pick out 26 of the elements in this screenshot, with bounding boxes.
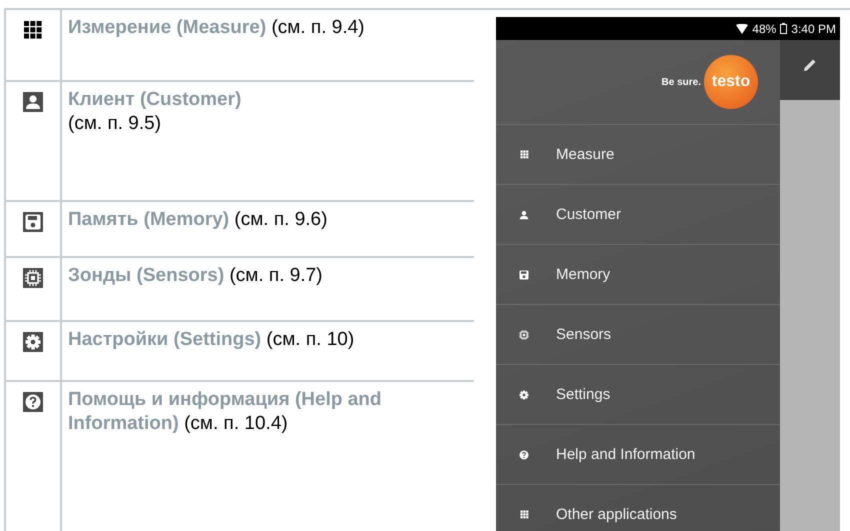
chip-icon bbox=[23, 268, 43, 288]
battery-percent: 48% bbox=[752, 22, 776, 36]
chip-icon bbox=[518, 328, 530, 340]
battery-icon bbox=[780, 23, 788, 34]
logo: testo bbox=[704, 55, 758, 109]
help-icon bbox=[518, 448, 530, 460]
menu-description: Клиент (Customer) (см. п. 9.5) bbox=[68, 88, 242, 136]
grid-icon bbox=[23, 20, 43, 40]
menu-description: Настройки (Settings) (см. п. 10) bbox=[68, 328, 356, 352]
menu-description: Измерение (Measure) (см. п. 9.4) bbox=[68, 16, 366, 40]
menu-description: Помощь и информация (Help and Information) (см. п. 10.4) bbox=[68, 388, 383, 436]
save-icon bbox=[23, 212, 43, 232]
person-icon bbox=[23, 92, 43, 112]
clock: 3:40 PM bbox=[791, 22, 836, 36]
save-icon bbox=[518, 268, 530, 280]
gear-icon bbox=[23, 332, 43, 352]
grid-icon bbox=[520, 510, 528, 519]
menu-description: Зонды (Sensors) (см. п. 9.7) bbox=[68, 264, 324, 288]
gear-icon bbox=[518, 388, 530, 400]
pencil-icon[interactable] bbox=[803, 58, 817, 72]
menu-description: Память (Memory) (см. п. 9.6) bbox=[68, 208, 328, 232]
grid-icon bbox=[520, 150, 528, 159]
slogan: Be sure. bbox=[662, 76, 701, 88]
person-icon bbox=[518, 208, 530, 220]
wifi-icon bbox=[736, 24, 748, 34]
help-icon bbox=[23, 392, 43, 412]
